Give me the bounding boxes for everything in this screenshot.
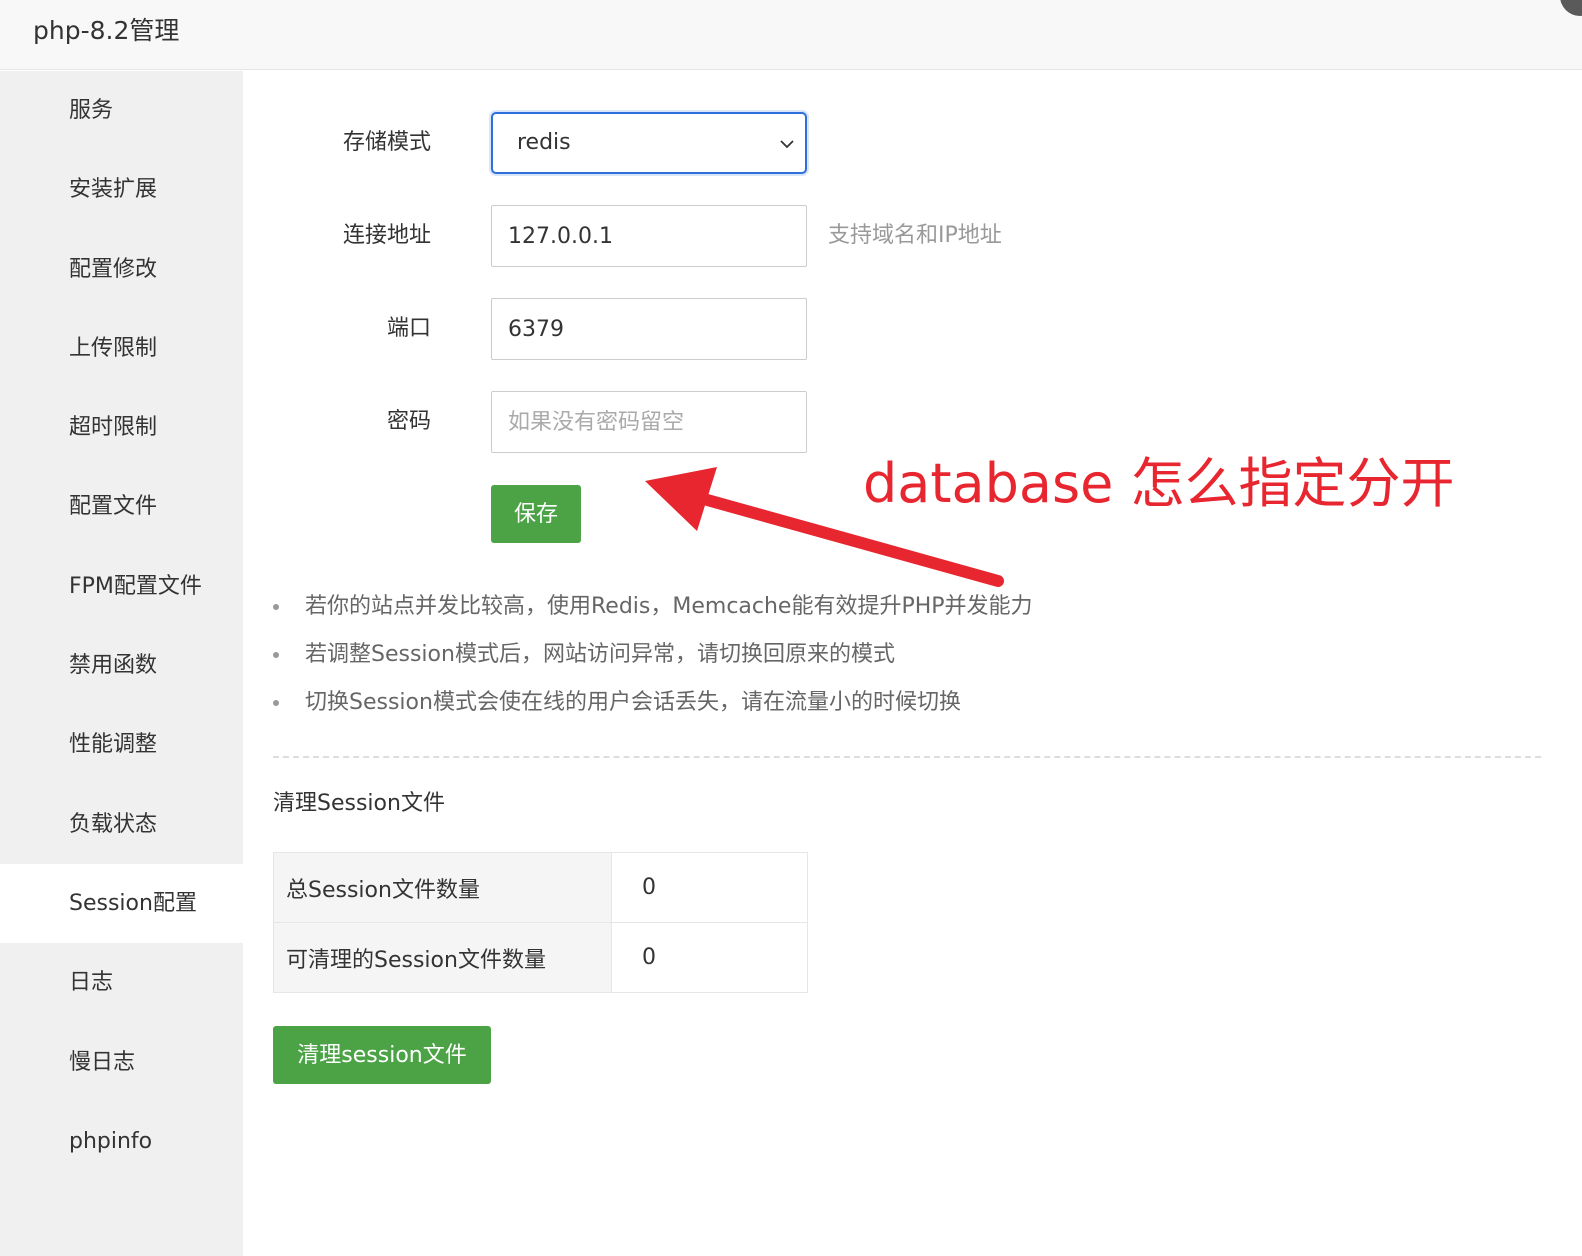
sidebar-item-upload-limit[interactable]: 上传限制 — [0, 309, 243, 388]
sidebar-item-load-status[interactable]: 负载状态 — [0, 785, 243, 864]
port-label: 端口 — [386, 316, 431, 341]
address-label: 连接地址 — [342, 223, 431, 248]
bullet-icon — [273, 604, 279, 610]
total-session-value: 0 — [611, 852, 808, 923]
list-item: 若你的站点并发比较高，使用Redis，Memcache能有效提升PHP并发能力 — [273, 583, 1033, 631]
sidebar-item-performance-tuning[interactable]: 性能调整 — [0, 705, 243, 784]
total-session-label: 总Session文件数量 — [273, 852, 612, 923]
address-input[interactable] — [491, 205, 807, 267]
save-button[interactable]: 保存 — [491, 485, 581, 543]
address-row: 连接地址 支持域名和IP地址 — [243, 205, 1543, 267]
password-input[interactable] — [491, 391, 807, 453]
table-row: 总Session文件数量 0 — [273, 852, 808, 923]
storage-mode-label: 存储模式 — [342, 130, 431, 155]
bullet-icon — [273, 652, 279, 658]
annotation-text: database 怎么指定分开 — [863, 452, 1455, 515]
list-item: 若调整Session模式后，网站访问异常，请切换回原来的模式 — [273, 631, 1033, 679]
tip-text: 若你的站点并发比较高，使用Redis，Memcache能有效提升PHP并发能力 — [305, 594, 1033, 619]
sidebar-item-service[interactable]: 服务 — [0, 71, 243, 150]
sidebar: 服务 安装扩展 配置修改 上传限制 超时限制 配置文件 FPM配置文件 禁用函数… — [0, 71, 243, 1256]
address-hint: 支持域名和IP地址 — [828, 223, 1002, 248]
tip-text: 切换Session模式会使在线的用户会话丢失，请在流量小的时候切换 — [305, 690, 961, 715]
session-stats-table: 总Session文件数量 0 可清理的Session文件数量 0 — [273, 852, 808, 993]
password-label: 密码 — [386, 409, 431, 434]
sidebar-item-timeout-limit[interactable]: 超时限制 — [0, 388, 243, 467]
storage-mode-row: 存储模式 redis — [243, 112, 1543, 174]
storage-mode-value: redis — [517, 130, 571, 155]
tip-text: 若调整Session模式后，网站访问异常，请切换回原来的模式 — [305, 642, 895, 667]
sidebar-item-disabled-functions[interactable]: 禁用函数 — [0, 626, 243, 705]
sidebar-item-install-extension[interactable]: 安装扩展 — [0, 150, 243, 229]
password-row: 密码 — [243, 391, 1543, 453]
cleanable-session-value: 0 — [611, 922, 808, 993]
sidebar-item-slow-log[interactable]: 慢日志 — [0, 1023, 243, 1102]
sidebar-item-session-config[interactable]: Session配置 — [0, 863, 243, 944]
window-title: php-8.2管理 — [33, 16, 180, 45]
cleanable-session-label: 可清理的Session文件数量 — [273, 922, 612, 993]
list-item: 切换Session模式会使在线的用户会话丢失，请在流量小的时候切换 — [273, 679, 1033, 727]
clean-session-button[interactable]: 清理session文件 — [273, 1026, 491, 1084]
section-divider — [273, 756, 1541, 758]
chevron-down-icon — [780, 140, 794, 149]
port-row: 端口 — [243, 298, 1543, 360]
sidebar-item-config-modify[interactable]: 配置修改 — [0, 230, 243, 309]
close-icon[interactable]: ✕ — [1560, 0, 1582, 16]
table-row: 可清理的Session文件数量 0 — [273, 922, 808, 993]
window-titlebar: php-8.2管理 ✕ — [0, 0, 1582, 70]
bullet-icon — [273, 700, 279, 706]
storage-mode-select[interactable]: redis — [491, 112, 807, 174]
sidebar-item-log[interactable]: 日志 — [0, 943, 243, 1022]
session-clean-title: 清理Session文件 — [273, 791, 445, 816]
sidebar-item-config-file[interactable]: 配置文件 — [0, 467, 243, 546]
tips-list: 若你的站点并发比较高，使用Redis，Memcache能有效提升PHP并发能力 … — [273, 583, 1033, 727]
port-input[interactable] — [491, 298, 807, 360]
sidebar-item-phpinfo[interactable]: phpinfo — [0, 1102, 243, 1181]
sidebar-item-fpm-config-file[interactable]: FPM配置文件 — [0, 547, 243, 626]
main-panel: 存储模式 redis 连接地址 支持域名和IP地址 端口 密码 保存 datab… — [243, 71, 1582, 1256]
